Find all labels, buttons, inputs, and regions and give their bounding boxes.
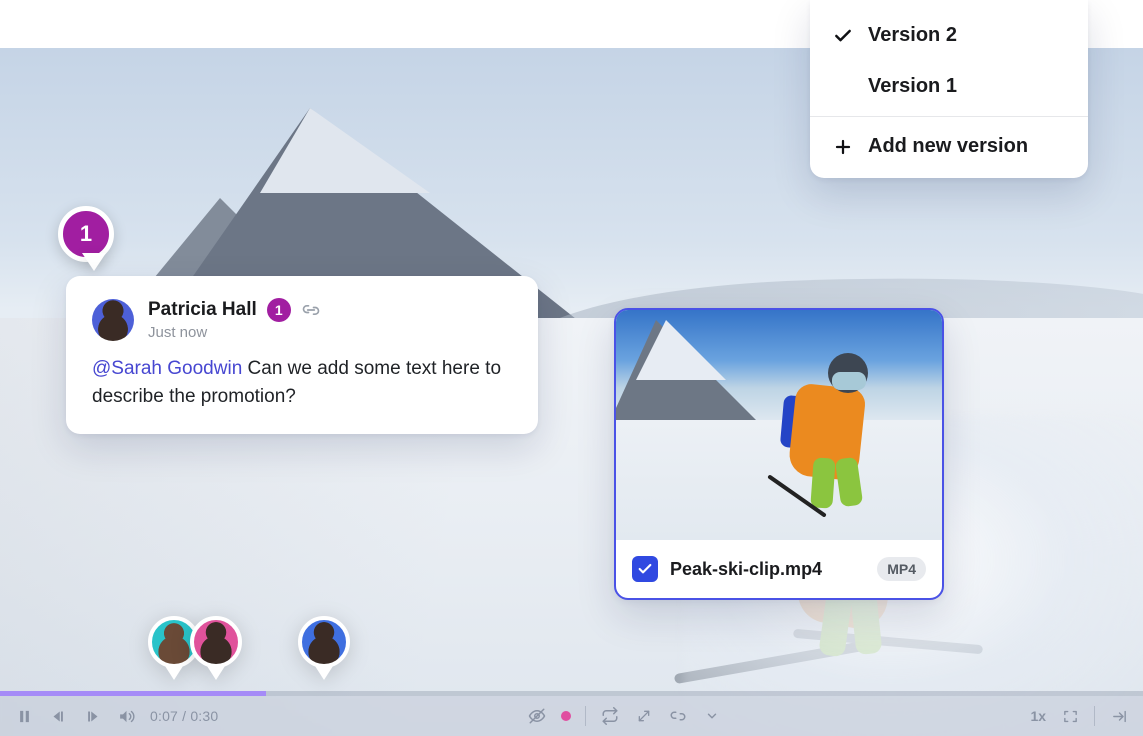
comment-number-badge: 1 [267,298,291,322]
comment-pin-tail [82,253,106,271]
playback-speed-button[interactable]: 1x [1030,708,1046,724]
more-menu-button[interactable] [702,706,722,726]
comment-card[interactable]: Patricia Hall 1 Just now @Sarah Goodwin … [66,276,538,434]
volume-button[interactable] [116,706,136,726]
version-menu[interactable]: Version 2 Version 1 Add new version [810,0,1088,178]
attachment-checkbox[interactable] [632,556,658,582]
fullscreen-button[interactable] [1060,706,1080,726]
attachment-thumbnail[interactable] [616,310,942,540]
player-controls: 0:07 / 0:30 1x [0,696,1143,736]
comment-timestamp: Just now [148,324,321,341]
comment-body: @Sarah Goodwin Can we add some text here… [92,355,512,410]
frame-back-button[interactable] [48,706,68,726]
frame-forward-button[interactable] [82,706,102,726]
pause-button[interactable] [14,706,34,726]
add-version-button[interactable]: Add new version [810,121,1088,172]
avatar-icon [298,616,350,668]
plus-icon [832,138,854,156]
bg-mountain [260,108,430,193]
comment-author-avatar[interactable] [92,299,134,341]
version-menu-item[interactable]: Version 1 [810,61,1088,112]
marker-dot-icon[interactable] [561,711,571,721]
comment-link-icon[interactable] [301,300,321,320]
check-icon [832,26,854,46]
menu-separator [810,116,1088,117]
version-label: Version 2 [868,24,957,47]
loop-button[interactable] [600,706,620,726]
presence-pin[interactable] [190,616,242,678]
presence-pin[interactable] [298,616,350,678]
comment-pin-number: 1 [80,221,92,247]
comment-author-name: Patricia Hall [148,299,257,321]
compare-button[interactable] [668,706,688,726]
comment-mention[interactable]: @Sarah Goodwin [92,358,242,379]
attachment-filename: Peak-ski-clip.mp4 [670,559,865,580]
attachment-format-tag: MP4 [877,557,926,581]
version-menu-item[interactable]: Version 2 [810,10,1088,61]
visibility-toggle-button[interactable] [527,706,547,726]
open-sidebar-button[interactable] [1109,706,1129,726]
avatar-icon [190,616,242,668]
expand-button[interactable] [634,706,654,726]
attachment-card[interactable]: Peak-ski-clip.mp4 MP4 [614,308,944,600]
version-label: Version 1 [868,75,957,98]
add-version-label: Add new version [868,135,1028,158]
timecode: 0:07 / 0:30 [150,708,218,724]
